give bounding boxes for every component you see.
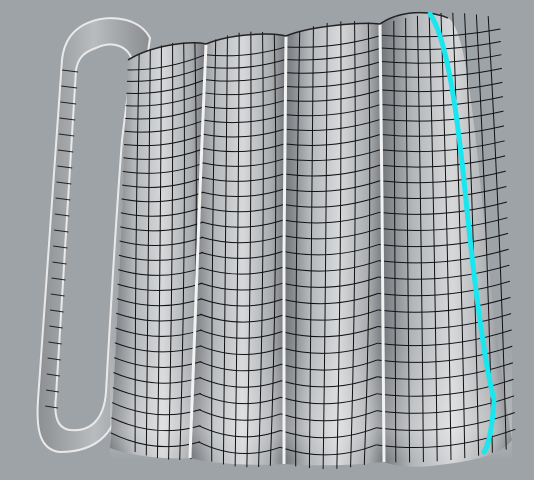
mug-model[interactable] xyxy=(0,0,534,480)
mug-body[interactable] xyxy=(110,11,516,469)
3d-viewport[interactable] xyxy=(0,0,534,480)
